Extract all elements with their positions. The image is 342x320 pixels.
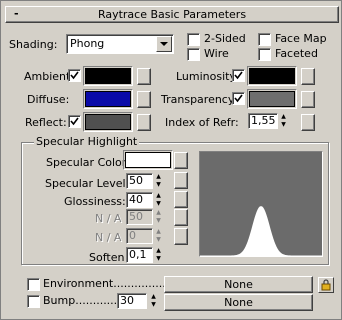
wire-checkbox[interactable] <box>187 48 200 61</box>
highlight-curve <box>200 206 322 257</box>
na-map-button-2 <box>174 228 188 245</box>
shading-label: Shading: <box>9 38 58 51</box>
diffuse-color-fill <box>85 91 131 107</box>
rollout-header[interactable]: - Raytrace Basic Parameters <box>5 6 339 23</box>
transparency-checkbox[interactable] <box>232 92 245 105</box>
shading-value: Phong <box>70 37 105 50</box>
bump-checkbox[interactable] <box>27 295 40 308</box>
glossiness-label: Glossiness: <box>64 195 126 208</box>
glossiness-map-button[interactable] <box>174 191 188 208</box>
na-label-1: N / A <box>95 212 122 225</box>
na-input-1: 50 <box>126 209 153 225</box>
luminosity-label: Luminosity: <box>176 70 239 83</box>
rollout-title: Raytrace Basic Parameters <box>97 8 247 21</box>
spinner-arrows-icon[interactable]: ▲ ▼ <box>149 293 158 309</box>
spinner-arrows-icon[interactable]: ▲ ▼ <box>154 192 163 208</box>
transparency-label: Transparency: <box>161 93 238 106</box>
specular-color-swatch[interactable] <box>123 150 173 170</box>
highlight-curve-graph <box>199 151 323 257</box>
reflect-map-button[interactable] <box>137 114 151 131</box>
luminosity-color-fill <box>249 68 295 84</box>
faceted-checkbox[interactable] <box>258 48 271 61</box>
transparency-color-swatch[interactable] <box>247 89 297 109</box>
na-label-2: N / A <box>95 231 122 244</box>
face-map-checkbox[interactable] <box>258 33 271 46</box>
face-map-label: Face Map <box>275 32 327 45</box>
reflect-color-swatch[interactable] <box>83 112 133 132</box>
transparency-color-fill <box>249 91 295 107</box>
environment-map-button[interactable]: None <box>164 276 313 293</box>
glossiness-input[interactable]: 40 <box>126 192 153 208</box>
index-of-refr-label: Index of Refr: <box>165 116 239 129</box>
spinner-arrows-icon[interactable]: ▲ ▼ <box>154 247 163 263</box>
specular-level-map-button[interactable] <box>174 172 188 189</box>
highlight-curve-path <box>200 206 322 257</box>
chevron-down-icon[interactable] <box>156 36 172 52</box>
specular-color-fill <box>125 152 171 168</box>
spinner-arrows-icon: ▲ ▼ <box>156 209 161 224</box>
wire-label: Wire <box>204 47 229 60</box>
specular-color-map-button[interactable] <box>174 152 188 169</box>
reflect-color-fill <box>85 114 131 130</box>
spinner-arrows-icon[interactable]: ▲ ▼ <box>154 173 163 189</box>
luminosity-color-swatch[interactable] <box>247 66 297 86</box>
soften-input[interactable]: 0,1 <box>126 247 153 263</box>
reflect-label: Reflect: <box>25 116 67 129</box>
material-editor-panel: - Raytrace Basic Parameters Shading: Pho… <box>0 0 342 320</box>
faceted-label: Faceted <box>275 47 318 60</box>
luminosity-map-button[interactable] <box>301 68 315 85</box>
specular-level-input[interactable]: 50 <box>126 173 153 189</box>
transparency-map-button[interactable] <box>301 91 315 108</box>
checkmark-icon <box>70 71 79 80</box>
soften-label: Soften <box>89 251 125 264</box>
reflect-checkbox[interactable] <box>68 115 81 128</box>
luminosity-checkbox[interactable] <box>232 69 245 82</box>
two-sided-checkbox[interactable] <box>187 33 200 46</box>
index-of-refr-input[interactable]: 1,55 <box>248 113 278 129</box>
ambient-map-button[interactable] <box>137 68 151 85</box>
diffuse-map-button[interactable] <box>137 91 151 108</box>
environment-checkbox[interactable] <box>27 278 40 291</box>
lock-icon[interactable] <box>318 277 334 293</box>
two-sided-label: 2-Sided <box>204 32 246 45</box>
diffuse-color-swatch[interactable] <box>83 89 133 109</box>
specular-level-label: Specular Level: <box>45 177 130 190</box>
ambient-color-swatch[interactable] <box>83 66 133 86</box>
ambient-label: Ambient: <box>24 70 75 83</box>
spinner-arrows-icon[interactable]: ▲ ▼ <box>279 113 288 129</box>
specular-highlight-title: Specular Highlight <box>34 135 140 148</box>
index-of-refr-map-button[interactable] <box>301 114 315 131</box>
na-map-button-1 <box>174 209 188 226</box>
shading-dropdown[interactable]: Phong <box>66 34 174 54</box>
checkmark-icon <box>70 117 79 126</box>
checkmark-icon <box>234 94 243 103</box>
spinner-arrows-icon: ▲ ▼ <box>156 228 161 243</box>
na-input-2: 0 <box>126 228 153 244</box>
ambient-checkbox[interactable] <box>68 69 81 82</box>
ambient-color-fill <box>85 68 131 84</box>
bump-amount-input[interactable]: 30 <box>117 293 147 309</box>
diffuse-label: Diffuse: <box>27 93 70 106</box>
bump-map-button[interactable]: None <box>164 294 313 311</box>
checkmark-icon <box>234 71 243 80</box>
specular-color-label: Specular Color <box>46 156 127 169</box>
